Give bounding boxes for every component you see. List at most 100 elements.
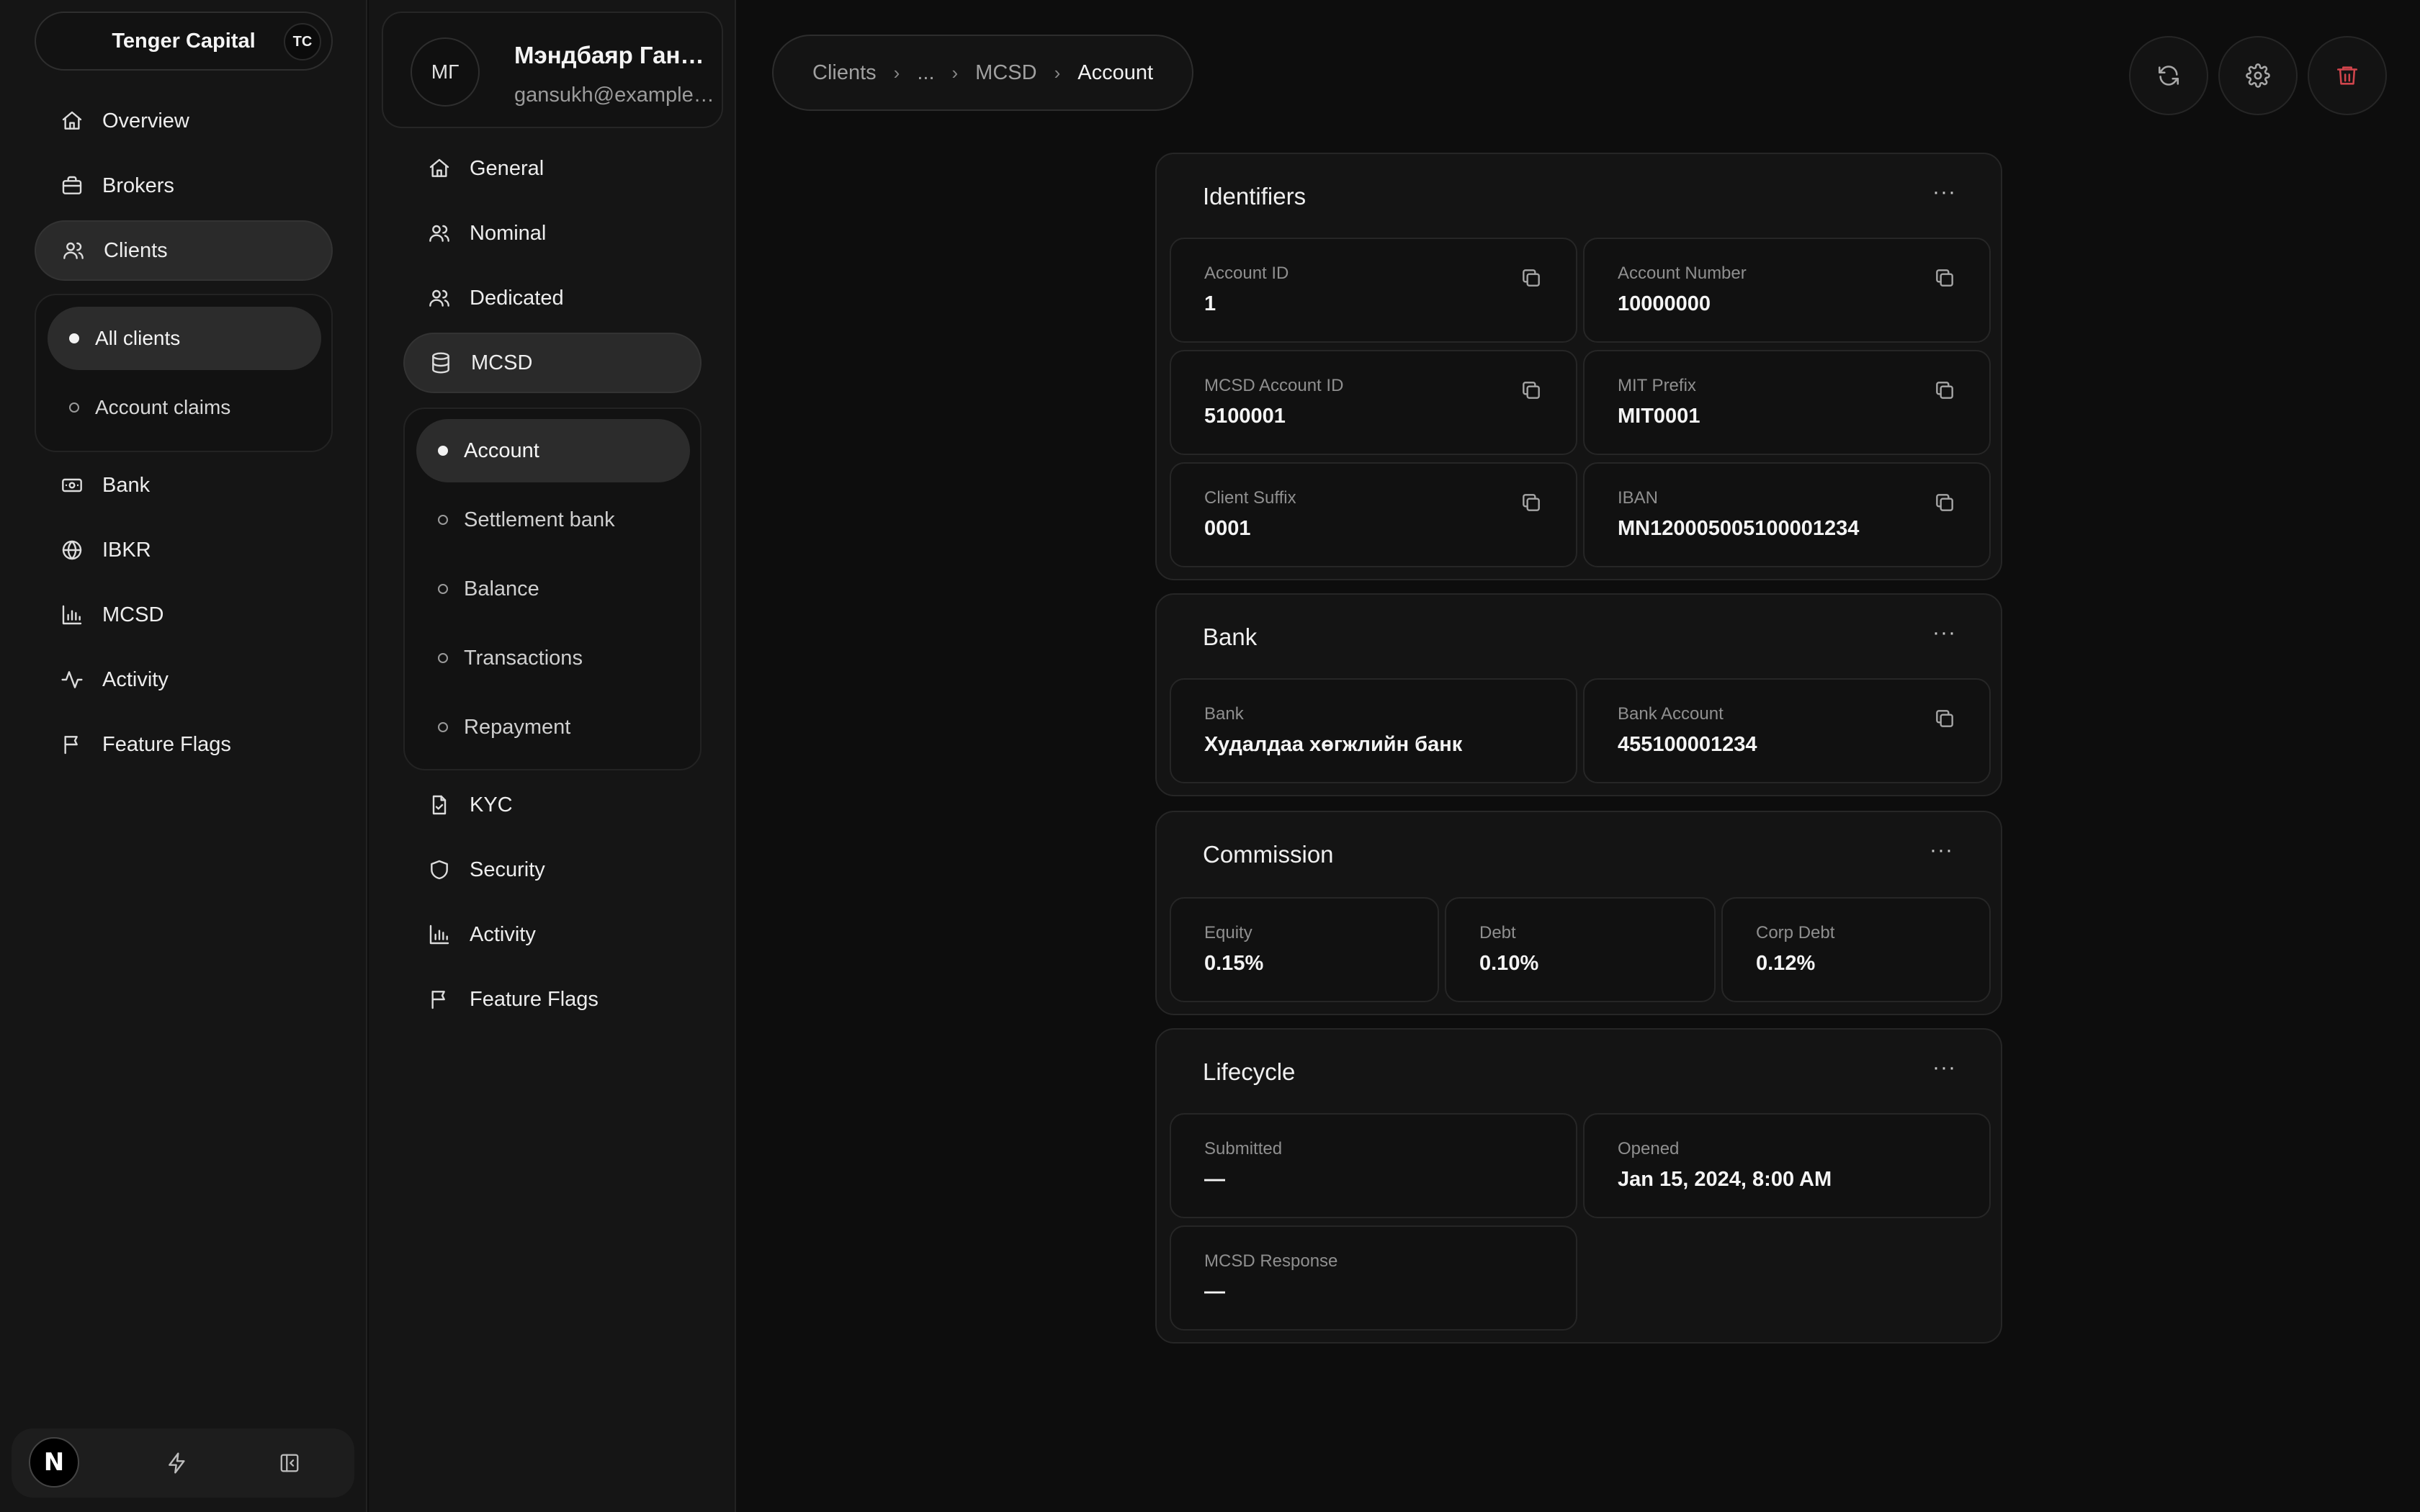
copy-icon[interactable]: [1933, 707, 1956, 730]
field-label: Bank Account: [1618, 704, 1724, 724]
zap-icon[interactable]: [160, 1446, 194, 1480]
field-value: 0.10%: [1479, 952, 1539, 975]
mcsd-subnav-label: Settlement bank: [464, 508, 615, 531]
sidebar-item-overview[interactable]: Overview: [35, 91, 333, 151]
field-account-id: Account ID 1: [1170, 238, 1577, 343]
more-options-icon[interactable]: ···: [1932, 621, 1956, 645]
sidebar-item-brokers[interactable]: Brokers: [35, 156, 333, 216]
shield-icon: [431, 860, 448, 880]
dot-icon: [438, 722, 448, 732]
delete-button[interactable]: [2308, 36, 2387, 115]
field-label: Account Number: [1618, 264, 1747, 283]
copy-icon[interactable]: [1520, 379, 1543, 402]
flag-icon: [64, 736, 78, 755]
dot-icon: [438, 515, 448, 525]
more-options-icon[interactable]: ···: [1932, 180, 1956, 204]
nextjs-logo-icon[interactable]: N: [29, 1437, 79, 1488]
copy-icon[interactable]: [1520, 491, 1543, 514]
client-nav-feature-flags[interactable]: Feature Flags: [403, 969, 702, 1030]
org-switcher[interactable]: Tenger Capital TC: [35, 12, 333, 71]
chevron-right-icon: ›: [951, 61, 959, 84]
identifiers-section: Identifiers ··· Account ID 1 Account Num…: [1155, 153, 2002, 580]
field-label: MCSD Account ID: [1204, 376, 1344, 395]
sidebar-item-mcsd[interactable]: MCSD: [35, 585, 333, 645]
client-nav-mcsd[interactable]: MCSD: [403, 333, 702, 393]
chevron-right-icon: ›: [893, 61, 900, 84]
sidebar-item-bank[interactable]: Bank: [35, 455, 333, 516]
field-value: MIT0001: [1618, 405, 1700, 428]
settings-button[interactable]: [2218, 36, 2298, 115]
field-account-number: Account Number 10000000: [1583, 238, 1991, 343]
active-dot-icon: [438, 446, 448, 456]
copy-icon[interactable]: [1933, 266, 1956, 289]
field-opened: Opened Jan 15, 2024, 8:00 AM: [1583, 1113, 1991, 1218]
field-label: Equity: [1204, 923, 1252, 942]
client-nav-nominal[interactable]: Nominal: [403, 203, 702, 264]
gear-icon: [2246, 63, 2270, 88]
more-options-icon[interactable]: ···: [1932, 1056, 1956, 1080]
sidebar-item-label: IBKR: [102, 538, 151, 562]
client-email: gansukh@example.com: [514, 84, 716, 107]
client-nav-label: MCSD: [471, 351, 533, 374]
breadcrumb-ellipsis[interactable]: ...: [917, 61, 934, 85]
mcsd-subnav-account[interactable]: Account: [416, 419, 690, 482]
field-value: 0.15%: [1204, 952, 1264, 975]
dot-icon: [438, 584, 448, 594]
subnav-item-label: Account claims: [95, 396, 231, 418]
sidebar-item-activity[interactable]: Activity: [35, 649, 333, 710]
sidebar-footer: N: [12, 1428, 354, 1498]
section-title: Bank: [1203, 624, 1258, 650]
section-title: Commission: [1203, 841, 1334, 868]
mcsd-subnav-balance[interactable]: Balance: [416, 557, 690, 621]
collapse-sidebar-icon[interactable]: [272, 1446, 307, 1480]
client-nav-label: Security: [470, 858, 545, 881]
mcsd-subnav-settlement-bank[interactable]: Settlement bank: [416, 488, 690, 552]
sidebar-item-label: Brokers: [102, 174, 174, 197]
clients-subnav: All clients Account claims: [35, 294, 333, 452]
subnav-item-account-claims[interactable]: Account claims: [48, 376, 321, 439]
subnav-item-label: All clients: [95, 327, 181, 349]
client-avatar: МГ: [411, 37, 480, 107]
breadcrumb-clients[interactable]: Clients: [812, 61, 877, 85]
client-nav-activity[interactable]: Activity: [403, 904, 702, 965]
sidebar-item-feature-flags[interactable]: Feature Flags: [35, 714, 333, 775]
sidebar-item-label: Clients: [104, 238, 168, 262]
globe-icon: [62, 540, 82, 560]
field-mit-prefix: MIT Prefix MIT0001: [1583, 350, 1991, 455]
client-name: Мэндбаяр Гансүх: [514, 42, 716, 68]
copy-icon[interactable]: [1520, 266, 1543, 289]
client-nav-security[interactable]: Security: [403, 840, 702, 900]
flag-icon: [431, 991, 445, 1009]
client-nav-general[interactable]: General: [403, 138, 702, 199]
more-options-icon[interactable]: ···: [1930, 838, 1953, 863]
dot-icon: [438, 653, 448, 663]
field-corp-debt: Corp Debt 0.12%: [1721, 897, 1991, 1002]
bar-chart-icon: [62, 605, 82, 625]
lifecycle-section: Lifecycle ··· Submitted — Opened Jan 15,…: [1155, 1028, 2002, 1344]
field-label: IBAN: [1618, 488, 1659, 508]
mcsd-subnav-transactions[interactable]: Transactions: [416, 626, 690, 690]
copy-icon[interactable]: [1933, 491, 1956, 514]
section-title: Identifiers: [1203, 183, 1307, 210]
sidebar-item-label: Feature Flags: [102, 732, 231, 756]
activity-icon: [61, 671, 83, 688]
client-nav-label: KYC: [470, 793, 513, 816]
banknote-icon: [62, 478, 82, 492]
commission-section: Commission ··· Equity 0.15% Debt 0.10% C…: [1155, 811, 2002, 1015]
field-label: Submitted: [1204, 1139, 1283, 1158]
sidebar-item-ibkr[interactable]: IBKR: [35, 520, 333, 580]
home-icon: [62, 111, 82, 130]
copy-icon[interactable]: [1933, 379, 1956, 402]
client-card[interactable]: МГ Мэндбаяр Гансүх gansukh@example.com: [382, 12, 723, 128]
sidebar-item-clients[interactable]: Clients: [35, 220, 333, 281]
breadcrumb-mcsd[interactable]: MCSD: [975, 61, 1036, 85]
mcsd-subnav-repayment[interactable]: Repayment: [416, 696, 690, 759]
field-mcsd-account-id: MCSD Account ID 5100001: [1170, 350, 1577, 455]
field-value: 455100001234: [1618, 733, 1757, 756]
client-nav-kyc[interactable]: KYC: [403, 775, 702, 835]
client-nav-dedicated[interactable]: Dedicated: [403, 268, 702, 328]
subnav-item-all-clients[interactable]: All clients: [48, 307, 321, 370]
refresh-button[interactable]: [2129, 36, 2208, 115]
breadcrumb-current: Account: [1077, 60, 1154, 84]
field-equity: Equity 0.15%: [1170, 897, 1439, 1002]
